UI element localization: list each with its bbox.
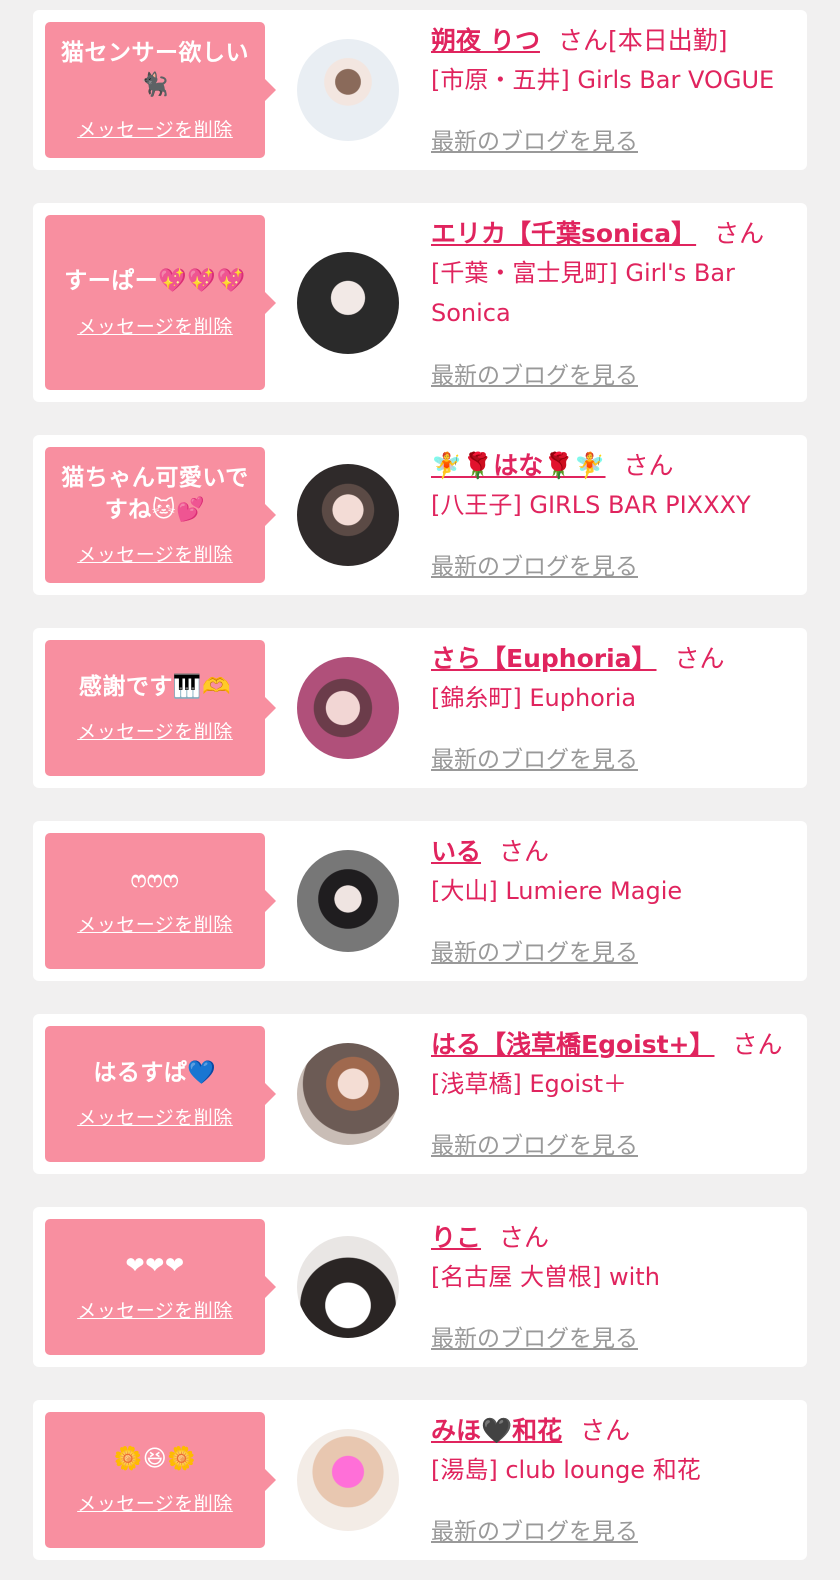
message-text: ❤❤❤: [125, 1252, 185, 1279]
latest-blog-link[interactable]: 最新のブログを見る: [431, 547, 638, 581]
shop-name: [八王子] GIRLS BAR PIXXXY: [431, 491, 751, 519]
list-item: 猫センサー欲しい🐈‍⬛ メッセージを削除 朔夜 りつ さん[本日出勤] [市原・五…: [33, 10, 807, 170]
honorific: さん: [580, 1416, 631, 1445]
shop-name: [湯島] club lounge 和花: [431, 1456, 701, 1484]
delete-message-link[interactable]: メッセージを削除: [77, 115, 233, 142]
avatar[interactable]: [297, 39, 399, 141]
honorific: さん: [732, 1030, 783, 1059]
latest-blog-link[interactable]: 最新のブログを見る: [431, 1319, 638, 1353]
cast-info: 朔夜 りつ さん[本日出勤] [市原・五井] Girls Bar VOGUE: [431, 22, 789, 100]
message-bubble: ෆෆෆ メッセージを削除: [45, 833, 276, 969]
latest-blog-link[interactable]: 最新のブログを見る: [431, 740, 638, 774]
cast-info: はる【浅草橋Egoist+】 さん [浅草橋] Egoist＋: [431, 1026, 789, 1104]
list-item: ෆෆෆ メッセージを削除 いる さん [大山] Lumiere Magie 最新の…: [33, 821, 807, 981]
message-bubble: 感謝です🎹🫶 メッセージを削除: [45, 640, 276, 776]
latest-blog-link[interactable]: 最新のブログを見る: [431, 356, 638, 390]
delete-message-link[interactable]: メッセージを削除: [77, 1103, 233, 1130]
cast-name-link[interactable]: みほ🖤和花: [431, 1416, 562, 1445]
latest-blog-link[interactable]: 最新のブログを見る: [431, 1126, 638, 1160]
shop-name: [錦糸町] Euphoria: [431, 684, 637, 712]
list-item: 猫ちゃん可愛いですね🐱💕 メッセージを削除 🧚🌹はな🌹🧚 さん [八王子] GIR…: [33, 435, 807, 595]
latest-blog-link[interactable]: 最新のブログを見る: [431, 122, 638, 156]
list-item: 🌼😆🌼 メッセージを削除 みほ🖤和花 さん [湯島] club lounge 和花…: [33, 1400, 807, 1560]
message-text: 猫センサー欲しい🐈‍⬛: [61, 40, 249, 98]
avatar[interactable]: [297, 850, 399, 952]
avatar[interactable]: [297, 1236, 399, 1338]
shop-name: [大山] Lumiere Magie: [431, 877, 683, 905]
delete-message-link[interactable]: メッセージを削除: [77, 540, 233, 567]
message-text: はるすぱ💙: [93, 1059, 217, 1086]
delete-message-link[interactable]: メッセージを削除: [77, 1489, 233, 1516]
delete-message-link[interactable]: メッセージを削除: [77, 312, 233, 339]
cast-info: みほ🖤和花 さん [湯島] club lounge 和花: [431, 1412, 789, 1490]
delete-message-link[interactable]: メッセージを削除: [77, 717, 233, 744]
cast-name-link[interactable]: 🧚🌹はな🌹🧚: [431, 451, 606, 480]
honorific: さん[本日出勤]: [557, 26, 728, 55]
list-item: 感謝です🎹🫶 メッセージを削除 さら【Euphoria】 さん [錦糸町] Eup…: [33, 628, 807, 788]
cast-name-link[interactable]: さら【Euphoria】: [431, 644, 657, 673]
shop-name: [千葉・富士見町] Girl's Bar Sonica: [431, 259, 735, 327]
avatar[interactable]: [297, 464, 399, 566]
avatar[interactable]: [297, 1429, 399, 1531]
message-bubble: ❤❤❤ メッセージを削除: [45, 1219, 276, 1355]
honorific: さん: [674, 644, 725, 673]
message-text: 感謝です🎹🫶: [78, 673, 232, 700]
cast-name-link[interactable]: 朔夜 りつ: [431, 26, 540, 55]
delete-message-link[interactable]: メッセージを削除: [77, 1296, 233, 1323]
cast-info: エリカ【千葉sonica】 さん [千葉・富士見町] Girl's Bar Son…: [431, 215, 789, 333]
shop-name: [市原・五井] Girls Bar VOGUE: [431, 66, 775, 94]
latest-blog-link[interactable]: 最新のブログを見る: [431, 933, 638, 967]
cast-name-link[interactable]: はる【浅草橋Egoist+】: [431, 1030, 715, 1059]
list-item: はるすぱ💙 メッセージを削除 はる【浅草橋Egoist+】 さん [浅草橋] Eg…: [33, 1014, 807, 1174]
cast-info: 🧚🌹はな🌹🧚 さん [八王子] GIRLS BAR PIXXXY: [431, 447, 789, 525]
message-text: ෆෆෆ: [130, 866, 180, 893]
latest-blog-link[interactable]: 最新のブログを見る: [431, 1512, 638, 1546]
avatar[interactable]: [297, 657, 399, 759]
list-item: すーぱー💖💖💖 メッセージを削除 エリカ【千葉sonica】 さん [千葉・富士見…: [33, 203, 807, 402]
cast-name-link[interactable]: いる: [431, 837, 481, 866]
honorific: さん: [499, 837, 550, 866]
avatar[interactable]: [297, 1043, 399, 1145]
delete-message-link[interactable]: メッセージを削除: [77, 910, 233, 937]
cast-name-link[interactable]: エリカ【千葉sonica】: [431, 219, 696, 248]
cast-info: いる さん [大山] Lumiere Magie: [431, 833, 789, 911]
message-text: 🌼😆🌼: [113, 1445, 197, 1472]
message-bubble: すーぱー💖💖💖 メッセージを削除: [45, 215, 276, 390]
message-text: 猫ちゃん可愛いですね🐱💕: [61, 465, 249, 523]
message-text: すーぱー💖💖💖: [64, 268, 246, 295]
honorific: さん: [623, 451, 674, 480]
message-bubble: 猫センサー欲しい🐈‍⬛ メッセージを削除: [45, 22, 276, 158]
message-bubble: はるすぱ💙 メッセージを削除: [45, 1026, 276, 1162]
message-bubble: 🌼😆🌼 メッセージを削除: [45, 1412, 276, 1548]
list-item: ❤❤❤ メッセージを削除 りこ さん [名古屋 大曽根] with 最新のブログを…: [33, 1207, 807, 1367]
cast-info: さら【Euphoria】 さん [錦糸町] Euphoria: [431, 640, 789, 718]
shop-name: [名古屋 大曽根] with: [431, 1263, 660, 1291]
avatar[interactable]: [297, 252, 399, 354]
message-bubble: 猫ちゃん可愛いですね🐱💕 メッセージを削除: [45, 447, 276, 583]
honorific: さん: [499, 1223, 550, 1252]
cast-name-link[interactable]: りこ: [431, 1223, 481, 1252]
shop-name: [浅草橋] Egoist＋: [431, 1070, 628, 1098]
honorific: さん: [714, 219, 765, 248]
cast-info: りこ さん [名古屋 大曽根] with: [431, 1219, 789, 1297]
